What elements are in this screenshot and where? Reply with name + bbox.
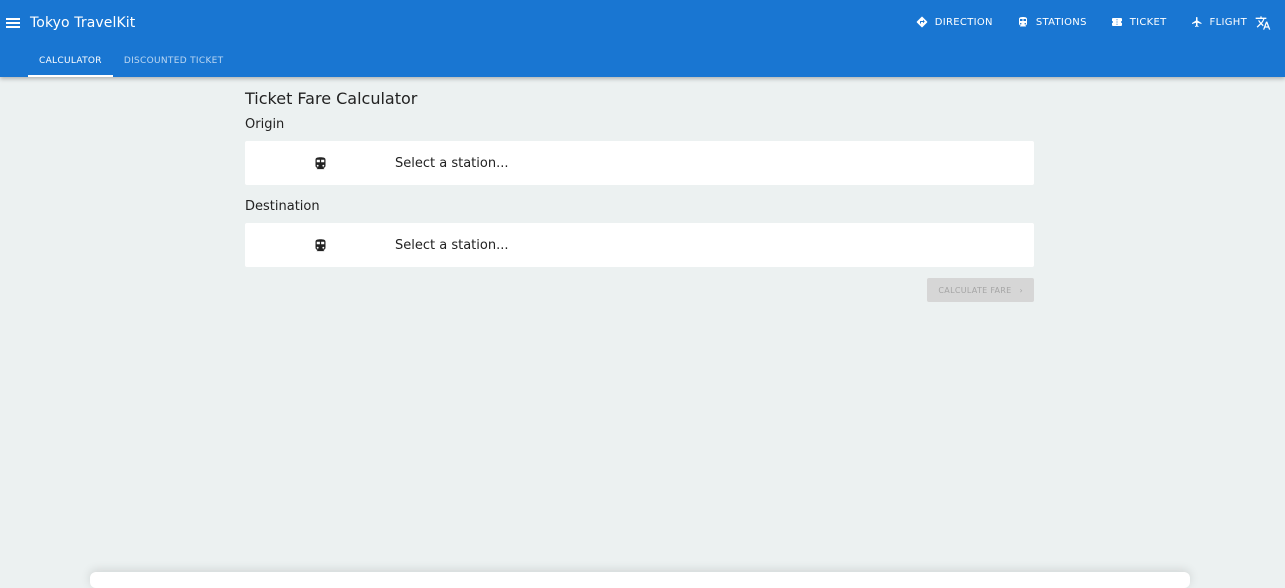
translate-icon[interactable] [1255, 15, 1271, 35]
app-bar: Tokyo TravelKit DIRECTION STATIONS TICKE… [0, 0, 1285, 77]
airplane-icon [1191, 17, 1202, 27]
origin-placeholder: Select a station... [395, 155, 509, 171]
train-icon [245, 156, 395, 171]
nav-ticket[interactable]: TICKET [1111, 16, 1167, 28]
nav-stations-label: STATIONS [1035, 16, 1087, 28]
action-row: CALCULATE FARE › [245, 278, 1034, 302]
nav-stations[interactable]: STATIONS [1017, 16, 1087, 28]
destination-placeholder: Select a station... [395, 237, 509, 253]
menu-icon[interactable] [6, 16, 20, 30]
destination-label: Destination [245, 199, 320, 214]
top-nav: DIRECTION STATIONS TICKET FLIGHT [916, 16, 1247, 28]
page-title: Ticket Fare Calculator [245, 89, 418, 108]
tab-bar: CALCULATOR DISCOUNTED TICKET [28, 48, 234, 77]
nav-direction[interactable]: DIRECTION [916, 16, 993, 28]
train-icon [245, 238, 395, 253]
origin-label: Origin [245, 117, 285, 132]
tab-calculator[interactable]: CALCULATOR [28, 48, 113, 77]
origin-station-select[interactable]: Select a station... [245, 141, 1034, 185]
tab-discounted-ticket[interactable]: DISCOUNTED TICKET [113, 48, 235, 77]
app-title: Tokyo TravelKit [30, 15, 136, 31]
nav-flight[interactable]: FLIGHT [1191, 16, 1247, 28]
train-icon [1018, 17, 1027, 27]
bottom-sheet-edge [90, 572, 1190, 588]
destination-station-select[interactable]: Select a station... [245, 223, 1034, 267]
directions-icon [916, 16, 928, 28]
calculator-panel: Ticket Fare Calculator Origin Select a s… [245, 89, 1034, 302]
ticket-icon [1111, 18, 1122, 26]
nav-flight-label: FLIGHT [1209, 16, 1247, 28]
nav-direction-label: DIRECTION [934, 16, 993, 28]
calculate-fare-button[interactable]: CALCULATE FARE › [927, 278, 1034, 302]
nav-ticket-label: TICKET [1129, 16, 1167, 28]
calculate-fare-label: CALCULATE FARE [938, 285, 1012, 295]
chevron-right-icon: › [1019, 285, 1023, 295]
